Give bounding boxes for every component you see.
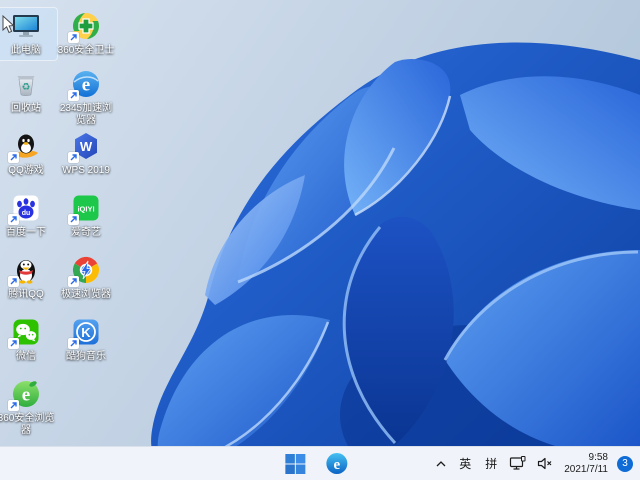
tencent-qq-icon bbox=[8, 254, 42, 287]
desktop-icon-iqiyi[interactable]: iQIYI 爱奇艺 bbox=[55, 190, 117, 242]
icon-label: 酷狗音乐 bbox=[66, 351, 106, 362]
ime-language-en[interactable]: 英 bbox=[454, 451, 476, 477]
svg-text:W: W bbox=[80, 139, 93, 154]
2345-browser-icon: e bbox=[68, 68, 102, 101]
clock-time: 9:58 bbox=[588, 451, 608, 463]
chevron-up-icon bbox=[436, 460, 446, 466]
volume-button[interactable] bbox=[533, 451, 556, 477]
system-tray: 英 拼 9:58 2021/7/11 3 bbox=[432, 447, 636, 480]
taskbar: e 英 拼 9:58 2021/7/11 3 bbox=[0, 446, 640, 480]
shortcut-arrow-icon bbox=[8, 276, 19, 287]
volume-muted-icon bbox=[538, 457, 552, 470]
qq-games-icon bbox=[8, 130, 42, 163]
360-safety-guard-icon bbox=[68, 10, 102, 43]
svg-text:du: du bbox=[22, 210, 31, 217]
shortcut-arrow-icon bbox=[68, 338, 79, 349]
wechat-icon bbox=[8, 316, 42, 349]
network-ethernet-icon bbox=[510, 456, 526, 470]
this-pc-icon bbox=[10, 10, 42, 42]
recycle-bin-icon: ♻ bbox=[10, 68, 42, 100]
icon-label: 微信 bbox=[16, 351, 36, 362]
shortcut-arrow-icon bbox=[68, 90, 79, 101]
svg-text:K: K bbox=[81, 325, 91, 340]
shortcut-arrow-icon bbox=[68, 214, 79, 225]
desktop-icon-kugou-music[interactable]: K 酷狗音乐 bbox=[55, 314, 117, 366]
svg-text:e: e bbox=[333, 457, 340, 473]
taskbar-center-group: e bbox=[281, 450, 350, 478]
svg-text:e: e bbox=[22, 385, 30, 406]
notification-badge[interactable]: 3 bbox=[617, 455, 633, 472]
icon-label: 回收站 bbox=[11, 103, 41, 114]
network-button[interactable] bbox=[506, 451, 529, 477]
desktop-icon-360-safe-browser[interactable]: e 360安全浏览器 bbox=[0, 376, 57, 440]
icon-label: 360安全浏览器 bbox=[0, 413, 55, 436]
clock-date: 2021/7/11 bbox=[564, 463, 608, 475]
svg-text:e: e bbox=[82, 75, 90, 96]
desktop-icon-baidu-search[interactable]: du 百度一下 bbox=[0, 190, 57, 242]
desktop-icon-speed-browser[interactable]: 极速浏览器 bbox=[55, 252, 117, 304]
desktop-icon-360-safety-guard[interactable]: 360安全卫士 bbox=[55, 8, 117, 60]
shortcut-arrow-icon bbox=[68, 152, 79, 163]
desktop-icon-recycle-bin[interactable]: ♻ 回收站 bbox=[0, 66, 57, 118]
icon-label: 2345加速浏览器 bbox=[59, 103, 113, 126]
edge-icon: e bbox=[325, 453, 347, 474]
svg-text:iQIYI: iQIYI bbox=[77, 205, 94, 214]
shortcut-arrow-icon bbox=[8, 338, 19, 349]
start-button[interactable] bbox=[281, 450, 309, 478]
icon-label: 360安全卫士 bbox=[57, 45, 115, 56]
shortcut-arrow-icon bbox=[68, 32, 79, 43]
icon-label: 爱奇艺 bbox=[71, 227, 101, 238]
desktop-icon-wps-2019[interactable]: W WPS 2019 bbox=[55, 128, 117, 180]
desktop-icon-tencent-qq[interactable]: 腾讯QQ bbox=[0, 252, 57, 304]
icon-label: 腾讯QQ bbox=[8, 289, 44, 300]
desktop: 此电脑 360安全卫士 ♻ 回收站 e 2345加速浏览器 QQ游戏 W WPS… bbox=[0, 0, 640, 447]
shortcut-arrow-icon bbox=[8, 152, 19, 163]
360-safe-browser-icon: e bbox=[8, 378, 42, 411]
icon-label: 百度一下 bbox=[6, 227, 46, 238]
desktop-icon-wechat[interactable]: 微信 bbox=[0, 314, 57, 366]
icon-label: WPS 2019 bbox=[62, 165, 110, 176]
icon-label: 极速浏览器 bbox=[61, 289, 111, 300]
iqiyi-icon: iQIYI bbox=[68, 192, 102, 225]
desktop-icon-2345-browser[interactable]: e 2345加速浏览器 bbox=[55, 66, 117, 130]
speed-browser-icon bbox=[68, 254, 102, 287]
shortcut-arrow-icon bbox=[8, 400, 19, 411]
svg-text:♻: ♻ bbox=[22, 82, 31, 93]
shortcut-arrow-icon bbox=[8, 214, 19, 225]
desktop-icon-qq-games[interactable]: QQ游戏 bbox=[0, 128, 57, 180]
shortcut-arrow-icon bbox=[68, 276, 79, 287]
desktop-icon-this-pc[interactable]: 此电脑 bbox=[0, 7, 58, 61]
icon-label: QQ游戏 bbox=[8, 165, 44, 176]
edge-browser-button[interactable]: e bbox=[322, 450, 350, 478]
tray-overflow-button[interactable] bbox=[432, 451, 450, 477]
clock[interactable]: 9:58 2021/7/11 bbox=[560, 452, 612, 476]
windows-logo-icon bbox=[285, 453, 306, 474]
kugou-music-icon: K bbox=[68, 316, 102, 349]
icon-label: 此电脑 bbox=[11, 45, 41, 56]
baidu-paw-icon: du bbox=[8, 192, 42, 225]
wps-2019-icon: W bbox=[68, 130, 102, 163]
ime-mode-pinyin[interactable]: 拼 bbox=[480, 451, 502, 477]
